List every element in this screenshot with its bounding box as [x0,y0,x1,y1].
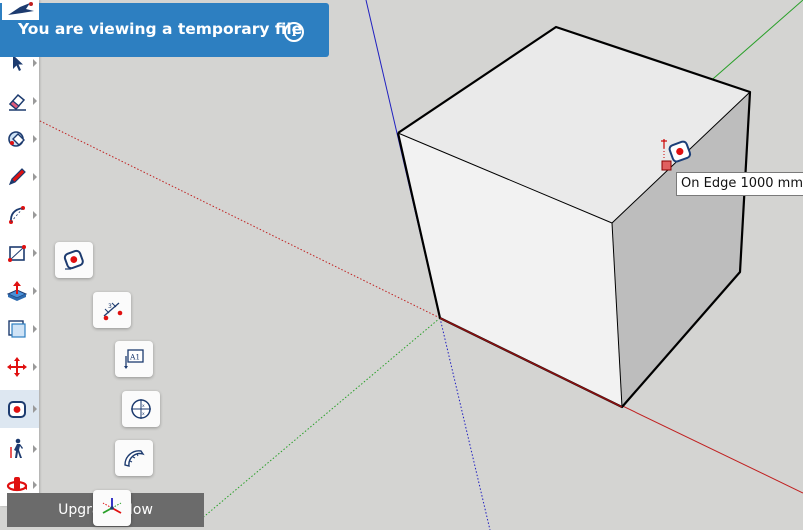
flyout-text-button[interactable]: A1 [115,341,153,377]
move-tool[interactable] [0,348,39,386]
left-toolbar [0,0,39,506]
eraser-icon [8,93,26,111]
flyout-axes-button[interactable] [93,490,131,526]
move-icon [6,357,27,377]
offset-tool[interactable] [0,310,39,348]
protractor-icon: xx [131,399,151,419]
svg-text:3: 3 [108,303,112,310]
flyout-dimension-button[interactable]: 3 [93,292,131,328]
3d-text-icon [124,450,145,467]
chevron-right-icon [33,445,37,453]
walk-tool[interactable] [0,430,39,468]
chevron-right-icon [33,211,37,219]
banner-message: You are viewing a temporary file [18,20,303,38]
chevron-right-icon [33,59,37,67]
chevron-right-icon [33,363,37,371]
svg-text:A1: A1 [129,353,140,362]
arc-tool[interactable] [0,196,39,234]
axes-icon [102,498,122,514]
green-axis-negative [199,317,441,521]
chevron-right-icon [33,97,37,105]
flyout-protractor-button[interactable]: xx [122,391,160,427]
pencil-icon [8,168,26,186]
dimension-icon: 3 [103,302,123,321]
inference-tooltip: On Edge 1000 mm [676,172,803,196]
eraser-tool[interactable] [0,82,39,120]
tape-measure-icon [63,249,84,270]
rectangle-tool[interactable] [0,234,39,272]
paint-bucket-tool[interactable] [0,120,39,158]
red-axis-negative [37,119,441,319]
svg-text:x: x [142,404,145,409]
offset-icon [7,320,26,338]
rectangle-icon [7,245,26,262]
tape-measure-tool[interactable] [0,390,39,428]
svg-text:x: x [142,412,145,417]
text-label-icon: A1 [124,349,144,369]
push-pull-icon [6,281,27,301]
info-icon[interactable]: i [284,22,304,42]
flyout-3d-text-button[interactable] [115,440,153,476]
chevron-right-icon [33,325,37,333]
tape-measure-icon [7,401,26,418]
chevron-right-icon [33,249,37,257]
temporary-file-banner: You are viewing a temporary file i [0,3,329,57]
sketchup-logo-icon[interactable] [2,0,39,20]
chevron-right-icon [33,287,37,295]
chevron-right-icon [33,405,37,413]
walk-icon [9,438,23,458]
push-pull-tool[interactable] [0,272,39,310]
blue-axis-negative [439,317,491,530]
chevron-right-icon [33,135,37,143]
chevron-right-icon [33,173,37,181]
flyout-tape-measure-button[interactable] [55,242,93,278]
tape-measure-cursor-icon [661,139,692,171]
paint-bucket-icon [7,131,25,147]
chevron-right-icon [33,481,37,489]
arc-icon [8,206,25,224]
pencil-tool[interactable] [0,158,39,196]
